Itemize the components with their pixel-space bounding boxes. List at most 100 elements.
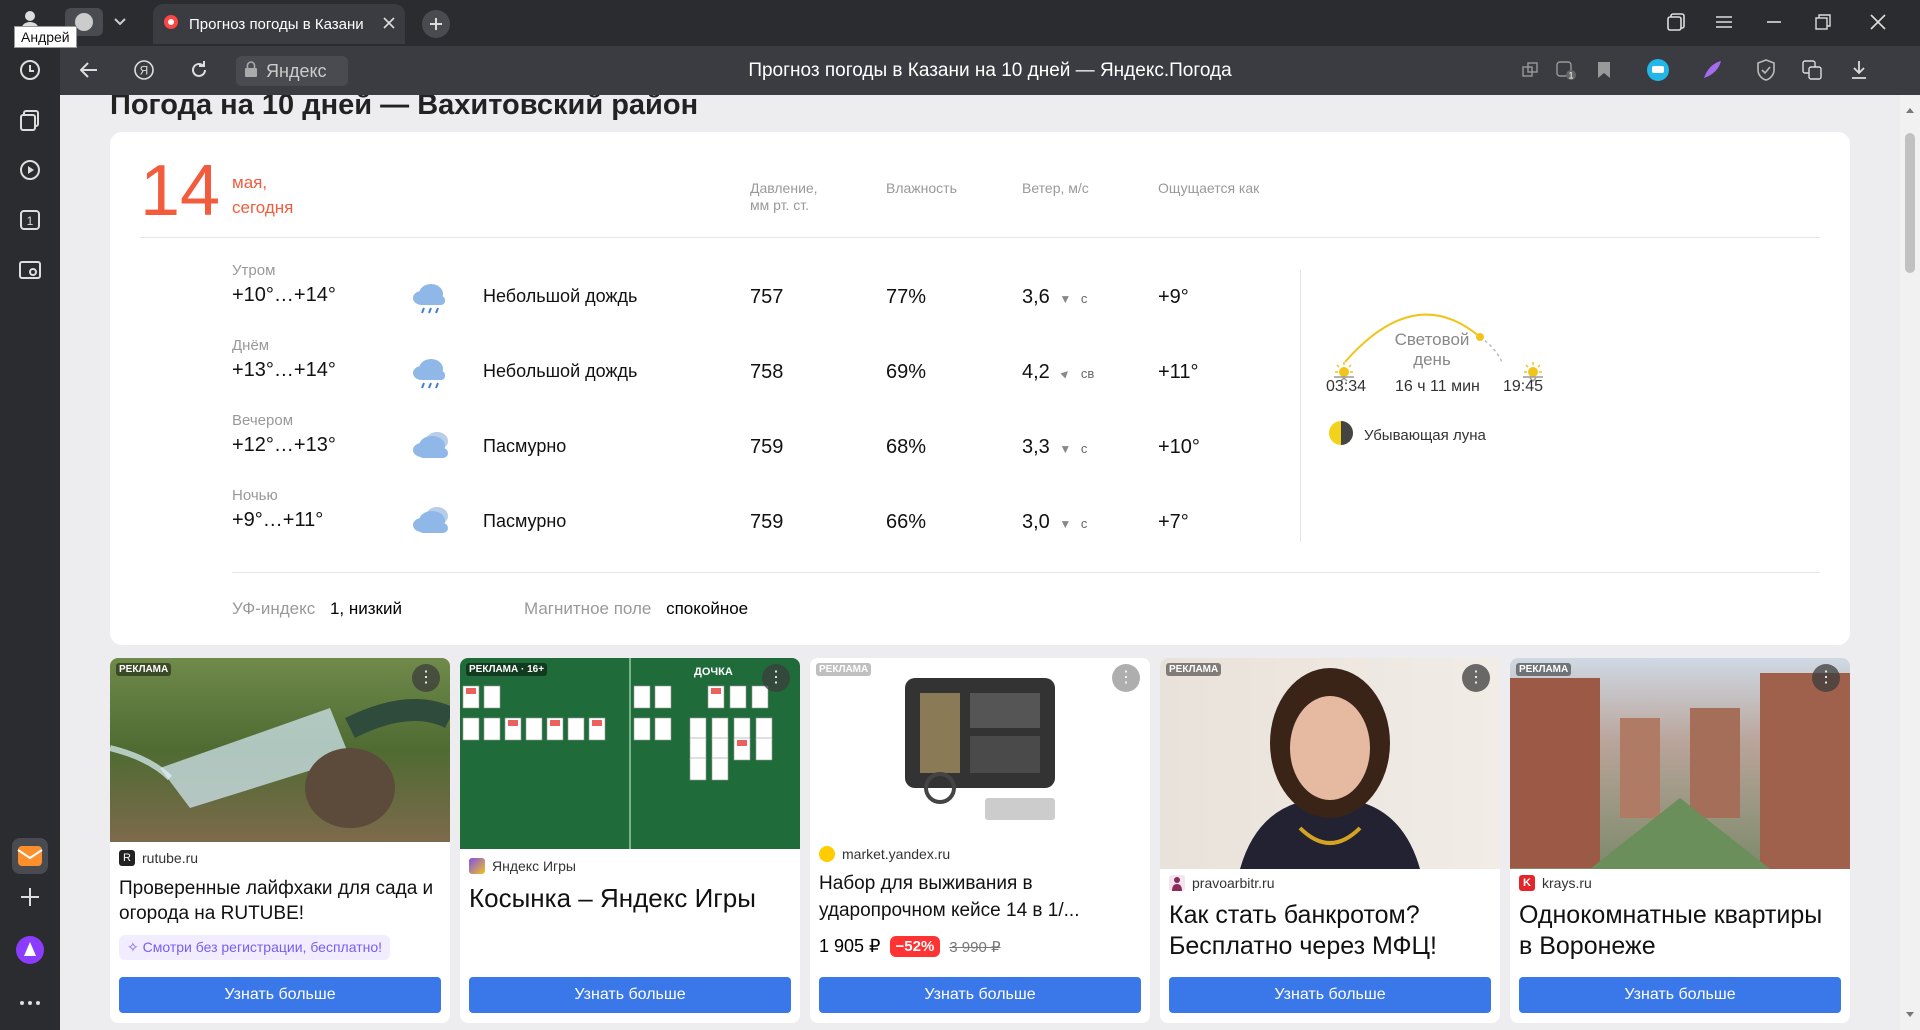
close-window-icon[interactable] — [1864, 8, 1892, 36]
chevron-down-icon[interactable] — [106, 8, 134, 36]
ad-domain[interactable]: R rutube.ru — [119, 850, 198, 866]
old-price: 3 990 ₽ — [949, 938, 1001, 956]
overcast-cloud-icon — [410, 428, 454, 467]
humidity-header: Влажность — [886, 180, 957, 196]
ad-title[interactable]: Проверенные лайфхаки для сада и огорода … — [119, 876, 441, 926]
tab-counter-icon[interactable]: 1 — [15, 205, 45, 235]
ad-domain[interactable]: pravoarbitr.ru — [1169, 875, 1274, 891]
learn-more-button[interactable]: Узнать больше — [469, 977, 791, 1013]
add-panel-icon[interactable] — [15, 882, 45, 912]
yandex-games-favicon-icon — [469, 858, 485, 874]
learn-more-button[interactable]: Узнать больше — [1519, 977, 1841, 1013]
messenger-icon[interactable] — [1644, 56, 1672, 84]
feather-icon[interactable] — [1698, 56, 1726, 84]
period-label: Днём — [232, 337, 270, 354]
menu-icon[interactable] — [1710, 8, 1738, 36]
ad-domain[interactable]: Яндекс Игры — [469, 858, 576, 874]
minimize-icon[interactable] — [1760, 8, 1788, 36]
ad-title[interactable]: Однокомнатные квартиры в Воронеже — [1519, 900, 1841, 962]
scroll-up-icon[interactable] — [1905, 101, 1915, 119]
sunset-time: 19:45 — [1503, 378, 1544, 395]
wind-value: 3,6 ▼ с — [1022, 286, 1087, 309]
wind-direction: св — [1080, 366, 1095, 381]
learn-more-button[interactable]: Узнать больше — [819, 977, 1141, 1013]
krays-favicon-icon: K — [1519, 875, 1535, 891]
scrollbar[interactable] — [1900, 95, 1920, 1030]
moon-phase: Убывающая луна — [1328, 420, 1486, 451]
ad-card[interactable]: РЕКЛАМА ⋮ K krays.ru Однокомнатные кварт… — [1510, 658, 1850, 1023]
vertical-divider — [1300, 270, 1301, 542]
ad-card[interactable]: РЕКЛАМА ⋮ market.yandex.ru Набор для выж… — [810, 658, 1150, 1023]
condition: Небольшой дождь — [483, 361, 638, 381]
scroll-down-icon[interactable] — [1905, 1006, 1915, 1024]
page-title-in-address[interactable]: Прогноз погоды в Казани на 10 дней — Янд… — [60, 60, 1920, 82]
ad-menu-button[interactable]: ⋮ — [1462, 664, 1490, 692]
ad-menu-button[interactable]: ⋮ — [762, 664, 790, 692]
bookmark-icon[interactable] — [1590, 56, 1618, 84]
ad-menu-button[interactable]: ⋮ — [1112, 664, 1140, 692]
magnetic-value: спокойное — [666, 599, 749, 618]
ad-image[interactable] — [1160, 658, 1500, 869]
collections-icon[interactable] — [15, 105, 45, 135]
game-label: ДОЧКА — [694, 666, 733, 678]
day-date: мая, сегодня — [232, 170, 293, 220]
wind-speed: 3,6 — [1022, 286, 1050, 308]
protect-icon[interactable]: 1 — [1552, 56, 1580, 84]
share-icon[interactable] — [1516, 56, 1544, 84]
translate-icon[interactable] — [1798, 56, 1826, 84]
humidity-value: 77% — [886, 286, 927, 308]
uv-label: УФ-индекс — [232, 599, 316, 618]
collections-panel-icon[interactable] — [1662, 8, 1690, 36]
ad-domain-label: market.yandex.ru — [842, 846, 951, 862]
daylight-label: Световой день — [1372, 330, 1492, 370]
screenshot-icon[interactable] — [15, 255, 45, 285]
wind-arrow-icon: ▼ — [1056, 364, 1075, 384]
download-icon[interactable] — [1845, 56, 1873, 84]
wind-value: 3,0 ▼ с — [1022, 511, 1087, 534]
close-tab-icon[interactable] — [383, 16, 395, 33]
ad-card[interactable]: РЕКЛАМА · 16+ ДОЧКА ⋮ Яндекс Игры Косынк… — [460, 658, 800, 1023]
ad-image[interactable] — [460, 658, 800, 849]
ad-domain-label: Яндекс Игры — [492, 858, 576, 874]
uv-value: 1, низкий — [329, 599, 402, 618]
more-icon[interactable] — [15, 988, 45, 1018]
restore-icon[interactable] — [1809, 8, 1837, 36]
temperature: +10°…+14° — [232, 284, 336, 306]
learn-more-button[interactable]: Узнать больше — [119, 977, 441, 1013]
daylight-label-line1: Световой — [1394, 330, 1470, 349]
video-icon[interactable] — [15, 155, 45, 185]
learn-more-button[interactable]: Узнать больше — [1169, 977, 1491, 1013]
alice-icon[interactable] — [15, 935, 45, 965]
daylight-label-line2: день — [1413, 350, 1451, 369]
ad-domain[interactable]: market.yandex.ru — [819, 846, 950, 862]
ad-image[interactable] — [110, 658, 450, 842]
ad-title[interactable]: Набор для выживания в ударопрочном кейсе… — [819, 870, 1141, 924]
moon-icon — [1328, 420, 1354, 451]
ad-image[interactable] — [810, 658, 1150, 838]
ad-title[interactable]: Косынка – Яндекс Игры — [469, 882, 791, 914]
ad-menu-button[interactable]: ⋮ — [1812, 664, 1840, 692]
ad-domain[interactable]: K krays.ru — [1519, 875, 1592, 891]
tab-weather[interactable]: Прогноз погоды в Казани — [153, 4, 405, 44]
svg-text:1: 1 — [1568, 71, 1573, 81]
moon-label: Убывающая луна — [1364, 427, 1486, 444]
ad-image[interactable] — [1510, 658, 1850, 869]
ad-card[interactable]: РЕКЛАМА ⋮ R rutube.ru Проверенные лайфха… — [110, 658, 450, 1023]
scroll-thumb[interactable] — [1905, 133, 1915, 273]
temperature: +9°…+11° — [232, 509, 324, 531]
ads-row: РЕКЛАМА ⋮ R rutube.ru Проверенные лайфха… — [110, 658, 1850, 1023]
new-tab-button[interactable] — [422, 10, 450, 38]
ad-menu-button[interactable]: ⋮ — [412, 664, 440, 692]
mail-icon[interactable] — [12, 838, 48, 874]
condition: Пасмурно — [483, 436, 567, 456]
market-favicon-icon — [819, 846, 835, 862]
wind-arrow-icon: ▼ — [1059, 292, 1072, 306]
humidity-value: 69% — [886, 361, 927, 383]
shield-icon[interactable] — [1752, 56, 1780, 84]
page-content: Погода на 10 дней — Вахитовский район 14… — [60, 95, 1900, 1030]
wind-value: 3,3 ▼ с — [1022, 436, 1087, 459]
ad-card[interactable]: РЕКЛАМА ⋮ pravoarbitr.ru Как стать банкр… — [1160, 658, 1500, 1023]
ad-title[interactable]: Как стать банкротом? Бесплатно через МФЦ… — [1169, 900, 1491, 962]
browser-topbar: Прогноз погоды в Казани Я Яндекс Прогноз… — [60, 0, 1920, 95]
history-icon[interactable] — [15, 55, 45, 85]
